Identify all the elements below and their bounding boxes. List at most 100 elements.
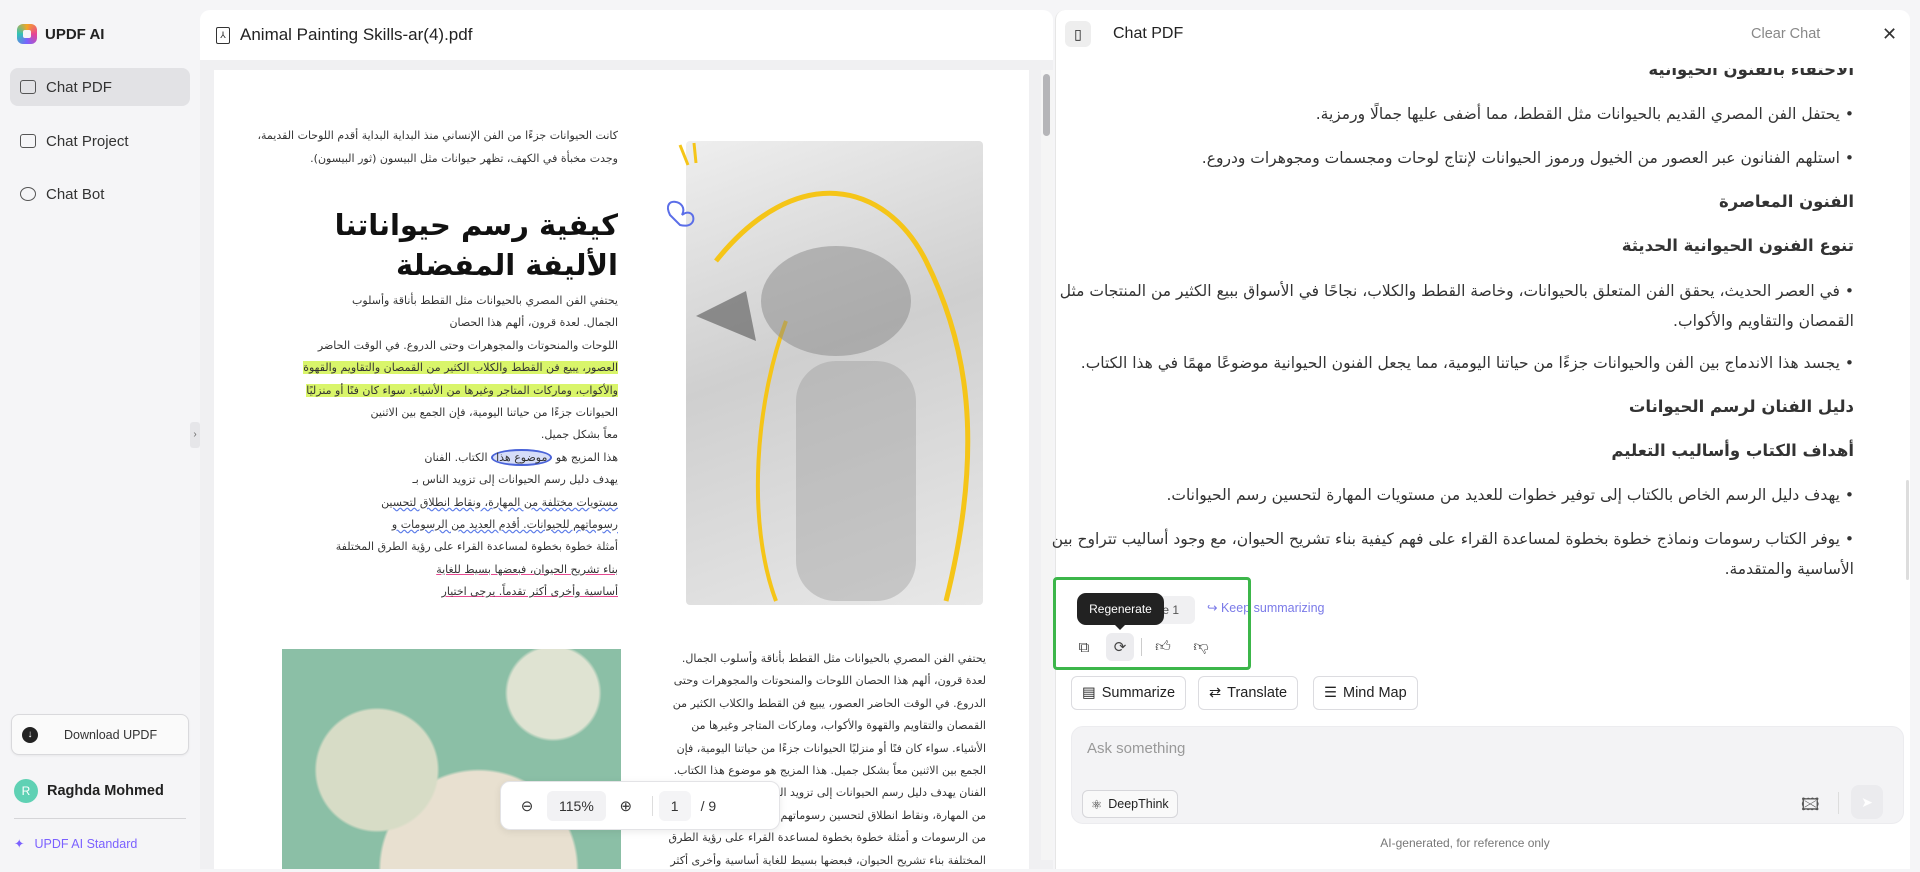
app-name: UPDF AI	[45, 25, 105, 43]
atom-icon: ⚛	[1091, 797, 1103, 812]
zoom-level[interactable]: 115%	[547, 790, 606, 821]
pdf-line: يحتفي الفن المصري بالحيوانات مثل القطط ب…	[681, 652, 986, 665]
chat-heading: أهداف الكتاب وأساليب التعليم	[1611, 441, 1854, 460]
deepthink-toggle[interactable]: ⚛ DeepThink	[1082, 790, 1178, 818]
chat-scrollbar[interactable]	[1906, 480, 1909, 580]
pdf-line: القمصان والتقاويم والقهوة والأكواب، ومار…	[691, 719, 986, 733]
send-button[interactable]: ➤	[1851, 785, 1883, 819]
chat-title: Chat PDF	[1113, 25, 1184, 42]
pdf-intro-line: وجدت مخبأة في الكهف، تظهر حيوانات مثل ال…	[310, 152, 618, 165]
pdf-text: الكتاب. الفنان	[424, 450, 488, 464]
pdf-file-icon: ⅄	[216, 26, 230, 44]
underlined-line: أساسية وأخرى أكثر تقدماً. يرجى اختيار	[441, 585, 618, 599]
pdf-line: لعدة قرون، ألهم هذا الحصان اللوحات والمن…	[673, 674, 986, 688]
pdf-line: اللوحات والمنحوتات والمجوهرات وحتى الدرو…	[317, 338, 618, 352]
mind-map-icon: ☰	[1324, 685, 1337, 701]
pdf-line: يهدف دليل رسم الحيوانات إلى تزويد الناس …	[412, 473, 618, 487]
highlight-box	[1053, 577, 1251, 670]
pdf-line: أمثلة خطوة بخطوة لمساعدة القراء على رؤية…	[335, 540, 618, 554]
folder-icon	[20, 134, 36, 148]
pdf-line: معاً بشكل جميل.	[540, 428, 618, 442]
chat-bullet-continuation: الأساسية والمتقدمة.	[1724, 560, 1854, 578]
user-profile[interactable]: R Raghda Mohmed	[14, 779, 164, 803]
translate-label: Translate	[1227, 685, 1288, 701]
translate-icon: ⇄	[1209, 685, 1222, 701]
page-number-input[interactable]: 1	[658, 790, 691, 821]
pdf-text: هذا المزيج هو	[555, 450, 618, 464]
translate-button[interactable]: ⇄ Translate	[1198, 676, 1299, 710]
sidebar-item-label: Chat Bot	[46, 185, 105, 203]
squiggly-line: مستويات مختلفة من المهارة، ونقاط انطلاق …	[381, 495, 618, 509]
pdf-scroll-thumb[interactable]	[1043, 74, 1050, 136]
separator	[1838, 792, 1839, 814]
pdf-line: يحتفي الفن المصري بالحيوانات مثل القطط ب…	[352, 294, 618, 307]
chat-heading: الفنون المعاصرة	[1718, 192, 1854, 211]
chat-bullet: • استلهم الفنانون عبر العصور من الخيول و…	[1201, 149, 1854, 167]
chat-bullet: • يوفر الكتاب رسومات ونماذج خطوة بخطوة ل…	[1051, 530, 1854, 548]
sidebar-item-chat-project[interactable]: Chat Project	[10, 122, 190, 160]
close-icon[interactable]: ✕	[1882, 24, 1897, 45]
chat-bullet: • يهدف دليل الرسم الخاص بالكتاب إلى توفي…	[1166, 486, 1854, 504]
divider	[14, 818, 186, 819]
chat-heading: تنوع الفنون الحيوانية الحديثة	[1621, 236, 1854, 255]
zoom-in-icon[interactable]: ⊕	[606, 797, 646, 815]
pdf-line: الدروع. في الوقت الحاضر العصور، يبيع فن …	[672, 696, 986, 710]
pdf-line: الجمع بين الاثنين معاً بشكل جميل. هذا ال…	[673, 764, 986, 778]
summarize-button[interactable]: ▤ Summarize	[1071, 676, 1187, 710]
plan-label: UPDF AI Standard	[34, 836, 138, 851]
squiggly-line: رسوماتهم للحيوانات. أقدم العديد من الرسو…	[391, 518, 618, 532]
zoom-out-icon[interactable]: ⊖	[507, 797, 547, 815]
image-upload-icon[interactable]: 🖾	[1801, 792, 1820, 821]
download-label: Download UPDF	[64, 727, 158, 742]
book-icon	[20, 80, 36, 94]
sidebar-item-label: Chat PDF	[46, 78, 112, 96]
mind-map-button[interactable]: ☰ Mind Map	[1313, 676, 1418, 710]
download-updf-button[interactable]: ↓ Download UPDF	[11, 714, 189, 755]
pdf-title: كيفية رسم حيواناتنا الأليفة المفضلة	[334, 208, 618, 282]
avatar: R	[14, 779, 38, 803]
separator	[651, 795, 653, 816]
highlighted-line: العصور، يبيع فن القطط والكلاب الكثير من …	[303, 361, 618, 375]
summarize-icon: ▤	[1082, 685, 1096, 701]
pdf-line: هذا المزيج هو موضوع هذا الكتاب. الفنان	[258, 447, 618, 469]
pdf-intro-line: كانت الحيوانات جزءًا من الفن الإنساني من…	[257, 129, 618, 142]
sidebar-item-chat-pdf[interactable]: Chat PDF	[10, 68, 190, 106]
chat-bullet: • في العصر الحديث، يحقق الفن المتعلق بال…	[1059, 282, 1854, 300]
chat-header: ▯ Chat PDF Clear Chat ✕	[1065, 18, 1905, 50]
user-name: Raghda Mohmed	[47, 783, 164, 799]
input-placeholder[interactable]: Ask something	[1087, 740, 1185, 757]
circled-annotation[interactable]: موضوع هذا	[491, 448, 553, 466]
pdf-line: الحيوانات جزءًا من حياتنا اليومية، فإن ا…	[370, 406, 618, 420]
collapse-sidebar-handle[interactable]: ›	[190, 422, 200, 448]
app-logo: UPDF AI	[17, 24, 104, 44]
pdf-paragraph: يحتفي الفن المصري بالحيوانات مثل القطط ب…	[258, 290, 618, 604]
pdf-line: الأشياء. سواء كان فنًا أو منزليًا الحيوا…	[676, 741, 986, 755]
dog-sketch-image	[686, 141, 983, 605]
pdf-line: الجمال. لعدة قرون، ألهم هذا الحصان	[449, 316, 618, 330]
updf-logo-icon	[17, 24, 37, 44]
chat-bullet: • يحتفل الفن المصري القديم بالحيوانات مث…	[1315, 105, 1854, 123]
bot-icon	[20, 187, 36, 201]
sidebar-item-chat-bot[interactable]: Chat Bot	[10, 175, 190, 213]
chat-input[interactable]	[1071, 726, 1904, 824]
plan-link[interactable]: ✦ UPDF AI Standard	[14, 836, 138, 852]
download-icon: ↓	[22, 726, 38, 743]
zoom-toolbar: ⊖ 115% ⊕ 1 / 9	[500, 781, 780, 830]
pdf-scrollbar[interactable]	[1041, 70, 1053, 860]
file-name: Animal Painting Skills-ar(4).pdf	[240, 25, 473, 44]
chat-heading: دليل الفنان لرسم الحيوانات	[1628, 397, 1854, 416]
pdf-paragraph-2: يحتفي الفن المصري بالحيوانات مثل القطط ب…	[646, 648, 986, 872]
mind-map-label: Mind Map	[1343, 685, 1407, 701]
highlighted-line: والأكواب، وماركات المتاجر وغيرها من الأش…	[306, 383, 618, 397]
butterfly-doodle-icon	[667, 142, 698, 227]
sidebar-item-label: Chat Project	[46, 132, 129, 150]
underlined-line: بناء تشريح الحيوان، فبعضها بسيط للغاية	[436, 562, 618, 576]
chat-bullet: • يجسد هذا الاندماج بين الفن والحيوانات …	[1080, 354, 1854, 372]
book-icon[interactable]: ▯	[1065, 21, 1091, 47]
deepthink-label: DeepThink	[1108, 797, 1169, 811]
flower-embroidery-image	[282, 649, 621, 869]
chat-bullet-continuation: القمصان والتقاويم والأكواب.	[1673, 312, 1854, 330]
clear-chat-button[interactable]: Clear Chat	[1751, 26, 1820, 42]
disclaimer: AI-generated, for reference only	[1380, 836, 1550, 850]
page-total: / 9	[700, 797, 717, 814]
